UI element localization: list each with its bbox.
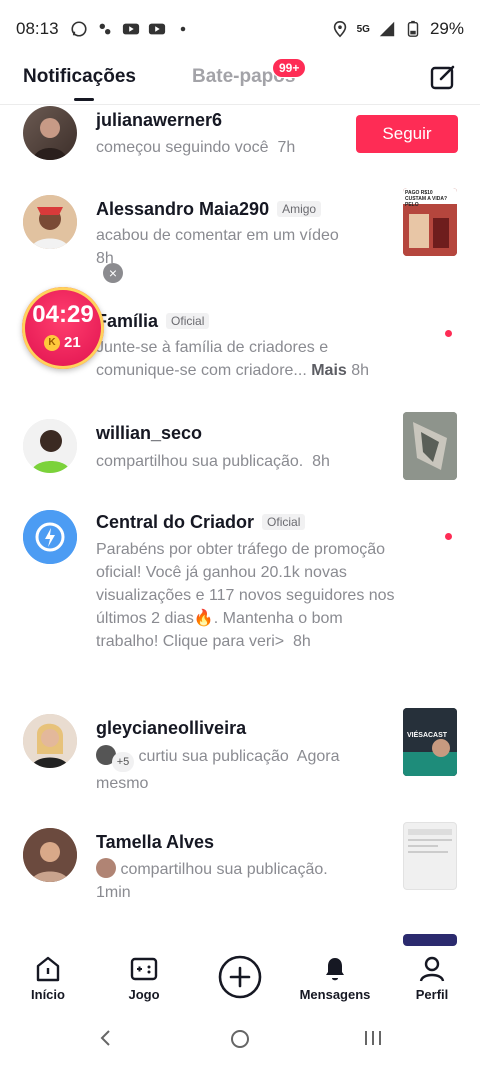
notification-text: compartilhou sua publicação. 8h [96, 453, 330, 470]
home-circle-icon[interactable] [229, 1028, 251, 1050]
avatar[interactable] [23, 828, 77, 882]
notification-time: 1min [96, 884, 131, 901]
close-timer-icon[interactable]: × [103, 263, 123, 283]
username[interactable]: willian_seco [96, 423, 202, 444]
list-item[interactable]: Alessandro Maia290 Amigo acabou de coment… [0, 184, 480, 280]
signal-icon [379, 21, 395, 37]
avatar[interactable] [23, 106, 77, 160]
status-bar: 08:13 5G 29% [0, 0, 480, 58]
list-item[interactable]: Central do Criador Oficial Parabéns por o… [0, 506, 480, 686]
nav-messages[interactable]: Mensagens [290, 946, 380, 1004]
username[interactable]: Alessandro Maia290 Amigo [96, 199, 322, 220]
notification-text: acabou de comentar em um vídeo 8h [96, 227, 339, 267]
video-thumbnail[interactable] [403, 822, 457, 890]
list-item[interactable] [0, 930, 480, 946]
username[interactable]: Família Oficial [96, 311, 210, 332]
nav-profile[interactable]: Perfil [387, 946, 477, 1004]
timer-countdown: 04:29 [32, 301, 94, 328]
list-item[interactable]: gleycianeolliveira +5 curtiu sua publica… [0, 704, 480, 804]
friend-tag: Amigo [277, 201, 322, 217]
coin-icon: K [44, 335, 60, 351]
notification-time: 8h [351, 362, 370, 379]
location-icon [333, 20, 346, 38]
more-link[interactable]: Mais [311, 362, 347, 379]
more-likers-count: +5 [112, 752, 134, 772]
notification-time: 8h [312, 453, 330, 470]
video-thumbnail[interactable]: VIÉSACAST [403, 708, 457, 776]
sharer-avatar [96, 858, 116, 878]
avatar[interactable] [23, 419, 77, 473]
video-thumbnail[interactable] [403, 412, 457, 480]
inbox-tabs: Notificações Bate-papos 99+ [0, 58, 480, 105]
create-post-button[interactable] [217, 954, 263, 1000]
avatar[interactable] [23, 510, 77, 564]
profile-icon [419, 956, 445, 982]
video-thumbnail[interactable] [403, 934, 457, 946]
list-item[interactable]: Tamella Alves compartilhou sua publicaçã… [0, 816, 480, 916]
unread-dot [445, 533, 452, 540]
network-type: 5G [356, 23, 370, 35]
recent-apps-icon[interactable] [362, 1028, 384, 1048]
video-thumbnail[interactable]: PAGO R$10 CUSTAM A VIDA? PELO [403, 188, 457, 256]
notification-text: compartilhou sua publicação. 1min [96, 858, 396, 904]
bottom-navigation: Início Jogo Mensagens Perfil [0, 946, 480, 1010]
nav-game[interactable]: Jogo [99, 946, 189, 1004]
unread-dot [445, 330, 452, 337]
battery-icon [407, 20, 419, 37]
chats-unread-badge: 99+ [272, 58, 307, 78]
official-tag: Oficial [262, 514, 306, 530]
youtube-icon [148, 23, 166, 35]
official-tag: Oficial [166, 313, 210, 329]
status-notification-icons [70, 20, 192, 38]
battery-level: 29% [429, 19, 464, 38]
bell-icon [326, 958, 344, 981]
app-notification-icon [99, 23, 111, 35]
coin-count: 21 [64, 334, 81, 351]
nav-home[interactable]: Início [3, 946, 93, 1004]
back-icon[interactable] [96, 1028, 116, 1048]
username[interactable]: Central do Criador Oficial [96, 512, 306, 533]
username[interactable]: Tamella Alves [96, 832, 214, 853]
active-tab-indicator [74, 98, 94, 101]
notification-text: +5 curtiu sua publicação Agora mesmo [96, 745, 396, 795]
more-notifications-dot-icon [180, 26, 186, 32]
notification-text: Parabéns por obter tráfego de promoção o… [96, 541, 395, 650]
reward-timer-widget[interactable]: 04:29 K 21 [22, 287, 104, 369]
follow-button[interactable]: Seguir [356, 115, 458, 153]
username[interactable]: gleycianeolliveira [96, 718, 246, 739]
youtube-icon [122, 23, 140, 35]
home-icon [36, 956, 60, 982]
system-navigation-bar [0, 1010, 480, 1066]
compose-message-icon[interactable] [428, 62, 458, 92]
tab-notifications[interactable]: Notificações [23, 66, 136, 88]
status-system-icons: 5G 29% [331, 19, 464, 39]
notification-text: começou seguindo você 7h [96, 139, 296, 156]
avatar[interactable] [23, 714, 77, 768]
avatar[interactable] [23, 195, 77, 249]
status-time: 08:13 [16, 19, 59, 38]
gamepad-icon [130, 957, 158, 981]
notification-time: 8h [293, 633, 311, 650]
whatsapp-icon [71, 21, 87, 37]
notification-time: 7h [277, 139, 296, 156]
list-item[interactable]: willian_seco compartilhou sua publicação… [0, 408, 480, 494]
notification-text: Junte-se à família de criadores e comuni… [96, 339, 370, 379]
username[interactable]: julianawerner6 [96, 110, 222, 131]
